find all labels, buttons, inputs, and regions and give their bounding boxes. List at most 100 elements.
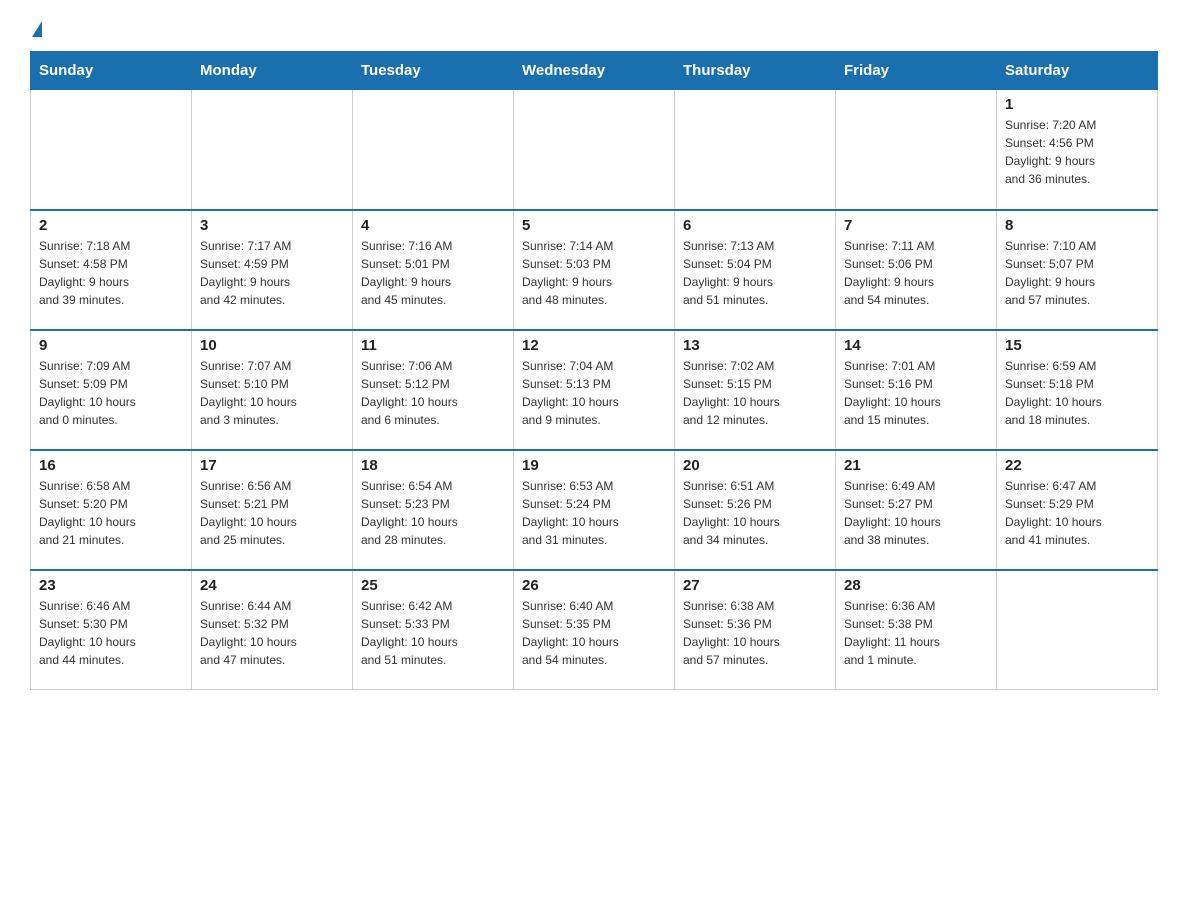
day-number: 6 [683, 217, 827, 234]
calendar-cell: 16 Sunrise: 6:58 AM Sunset: 5:20 PM Dayli… [31, 450, 192, 570]
day-number: 4 [361, 217, 505, 234]
calendar-cell [31, 90, 192, 210]
calendar-cell: 1 Sunrise: 7:20 AM Sunset: 4:56 PM Daylig… [997, 90, 1158, 210]
calendar-cell: 25 Sunrise: 6:42 AM Sunset: 5:33 PM Dayli… [353, 570, 514, 690]
day-number: 16 [39, 457, 183, 474]
day-info: Sunrise: 7:16 AM Sunset: 5:01 PM Dayligh… [361, 237, 505, 309]
day-info: Sunrise: 6:42 AM Sunset: 5:33 PM Dayligh… [361, 597, 505, 669]
day-number: 19 [522, 457, 666, 474]
day-number: 8 [1005, 217, 1149, 234]
day-number: 21 [844, 457, 988, 474]
day-number: 9 [39, 337, 183, 354]
day-number: 25 [361, 577, 505, 594]
day-info: Sunrise: 7:10 AM Sunset: 5:07 PM Dayligh… [1005, 237, 1149, 309]
day-number: 1 [1005, 96, 1149, 113]
calendar-cell [353, 90, 514, 210]
day-number: 22 [1005, 457, 1149, 474]
day-info: Sunrise: 7:01 AM Sunset: 5:16 PM Dayligh… [844, 357, 988, 429]
day-info: Sunrise: 7:13 AM Sunset: 5:04 PM Dayligh… [683, 237, 827, 309]
day-info: Sunrise: 7:04 AM Sunset: 5:13 PM Dayligh… [522, 357, 666, 429]
day-info: Sunrise: 7:20 AM Sunset: 4:56 PM Dayligh… [1005, 116, 1149, 188]
day-info: Sunrise: 6:40 AM Sunset: 5:35 PM Dayligh… [522, 597, 666, 669]
day-number: 2 [39, 217, 183, 234]
logo-triangle-icon [32, 21, 42, 37]
day-number: 26 [522, 577, 666, 594]
calendar-cell: 23Sunrise: 6:46 AM Sunset: 5:30 PM Dayli… [31, 570, 192, 690]
day-info: Sunrise: 6:58 AM Sunset: 5:20 PM Dayligh… [39, 477, 183, 549]
day-number: 27 [683, 577, 827, 594]
day-number: 11 [361, 337, 505, 354]
calendar-cell: 12 Sunrise: 7:04 AM Sunset: 5:13 PM Dayli… [514, 330, 675, 450]
calendar-cell: 28 Sunrise: 6:36 AM Sunset: 5:38 PM Dayli… [836, 570, 997, 690]
calendar-cell [192, 90, 353, 210]
calendar-week-row: 2 Sunrise: 7:18 AM Sunset: 4:58 PM Daylig… [31, 210, 1158, 330]
day-number: 7 [844, 217, 988, 234]
day-info: Sunrise: 6:59 AM Sunset: 5:18 PM Dayligh… [1005, 357, 1149, 429]
calendar-week-row: 1 Sunrise: 7:20 AM Sunset: 4:56 PM Daylig… [31, 90, 1158, 210]
calendar-cell: 17 Sunrise: 6:56 AM Sunset: 5:21 PM Dayli… [192, 450, 353, 570]
day-number: 10 [200, 337, 344, 354]
logo [30, 20, 42, 41]
calendar-cell: 24Sunrise: 6:44 AM Sunset: 5:32 PM Dayli… [192, 570, 353, 690]
day-info: Sunrise: 6:38 AM Sunset: 5:36 PM Dayligh… [683, 597, 827, 669]
day-number: 3 [200, 217, 344, 234]
calendar-week-row: 9 Sunrise: 7:09 AM Sunset: 5:09 PM Daylig… [31, 330, 1158, 450]
calendar-week-row: 23Sunrise: 6:46 AM Sunset: 5:30 PM Dayli… [31, 570, 1158, 690]
calendar-cell [675, 90, 836, 210]
calendar-cell [514, 90, 675, 210]
calendar-cell [997, 570, 1158, 690]
day-info: Sunrise: 7:09 AM Sunset: 5:09 PM Dayligh… [39, 357, 183, 429]
page-header [30, 20, 1158, 41]
weekday-header-sunday: Sunday [31, 52, 192, 90]
calendar-cell: 10 Sunrise: 7:07 AM Sunset: 5:10 PM Dayli… [192, 330, 353, 450]
day-info: Sunrise: 7:11 AM Sunset: 5:06 PM Dayligh… [844, 237, 988, 309]
calendar-cell: 19 Sunrise: 6:53 AM Sunset: 5:24 PM Dayli… [514, 450, 675, 570]
day-number: 28 [844, 577, 988, 594]
calendar-cell: 26 Sunrise: 6:40 AM Sunset: 5:35 PM Dayli… [514, 570, 675, 690]
weekday-header-saturday: Saturday [997, 52, 1158, 90]
calendar-cell: 2 Sunrise: 7:18 AM Sunset: 4:58 PM Daylig… [31, 210, 192, 330]
weekday-header-tuesday: Tuesday [353, 52, 514, 90]
weekday-header-wednesday: Wednesday [514, 52, 675, 90]
day-info: Sunrise: 7:07 AM Sunset: 5:10 PM Dayligh… [200, 357, 344, 429]
day-info: Sunrise: 6:47 AM Sunset: 5:29 PM Dayligh… [1005, 477, 1149, 549]
calendar-cell: 5Sunrise: 7:14 AM Sunset: 5:03 PM Daylig… [514, 210, 675, 330]
day-info: Sunrise: 6:53 AM Sunset: 5:24 PM Dayligh… [522, 477, 666, 549]
calendar-cell: 7 Sunrise: 7:11 AM Sunset: 5:06 PM Daylig… [836, 210, 997, 330]
calendar-cell: 18 Sunrise: 6:54 AM Sunset: 5:23 PM Dayli… [353, 450, 514, 570]
day-info: Sunrise: 6:51 AM Sunset: 5:26 PM Dayligh… [683, 477, 827, 549]
day-info: Sunrise: 7:02 AM Sunset: 5:15 PM Dayligh… [683, 357, 827, 429]
calendar-cell: 11 Sunrise: 7:06 AM Sunset: 5:12 PM Dayli… [353, 330, 514, 450]
weekday-header-thursday: Thursday [675, 52, 836, 90]
day-info: Sunrise: 6:49 AM Sunset: 5:27 PM Dayligh… [844, 477, 988, 549]
calendar-cell: 3 Sunrise: 7:17 AM Sunset: 4:59 PM Daylig… [192, 210, 353, 330]
calendar-header-row: SundayMondayTuesdayWednesdayThursdayFrid… [31, 52, 1158, 90]
calendar-cell: 20 Sunrise: 6:51 AM Sunset: 5:26 PM Dayli… [675, 450, 836, 570]
calendar-cell: 15 Sunrise: 6:59 AM Sunset: 5:18 PM Dayli… [997, 330, 1158, 450]
day-number: 12 [522, 337, 666, 354]
day-info: Sunrise: 6:54 AM Sunset: 5:23 PM Dayligh… [361, 477, 505, 549]
day-number: 13 [683, 337, 827, 354]
calendar-cell: 6 Sunrise: 7:13 AM Sunset: 5:04 PM Daylig… [675, 210, 836, 330]
day-number: 14 [844, 337, 988, 354]
calendar-table: SundayMondayTuesdayWednesdayThursdayFrid… [30, 51, 1158, 690]
calendar-week-row: 16 Sunrise: 6:58 AM Sunset: 5:20 PM Dayli… [31, 450, 1158, 570]
day-info: Sunrise: 7:14 AM Sunset: 5:03 PM Dayligh… [522, 237, 666, 309]
day-info: Sunrise: 6:56 AM Sunset: 5:21 PM Dayligh… [200, 477, 344, 549]
day-info: Sunrise: 7:17 AM Sunset: 4:59 PM Dayligh… [200, 237, 344, 309]
day-info: Sunrise: 7:06 AM Sunset: 5:12 PM Dayligh… [361, 357, 505, 429]
day-info: Sunrise: 7:18 AM Sunset: 4:58 PM Dayligh… [39, 237, 183, 309]
calendar-cell: 14 Sunrise: 7:01 AM Sunset: 5:16 PM Dayli… [836, 330, 997, 450]
day-info: Sunrise: 6:44 AM Sunset: 5:32 PM Dayligh… [200, 597, 344, 669]
day-number: 15 [1005, 337, 1149, 354]
day-number: 23 [39, 577, 183, 594]
day-info: Sunrise: 6:36 AM Sunset: 5:38 PM Dayligh… [844, 597, 988, 669]
day-number: 20 [683, 457, 827, 474]
day-number: 18 [361, 457, 505, 474]
calendar-cell: 27 Sunrise: 6:38 AM Sunset: 5:36 PM Dayli… [675, 570, 836, 690]
calendar-cell: 9 Sunrise: 7:09 AM Sunset: 5:09 PM Daylig… [31, 330, 192, 450]
calendar-cell: 22 Sunrise: 6:47 AM Sunset: 5:29 PM Dayli… [997, 450, 1158, 570]
weekday-header-monday: Monday [192, 52, 353, 90]
day-number: 17 [200, 457, 344, 474]
calendar-cell: 21 Sunrise: 6:49 AM Sunset: 5:27 PM Dayli… [836, 450, 997, 570]
